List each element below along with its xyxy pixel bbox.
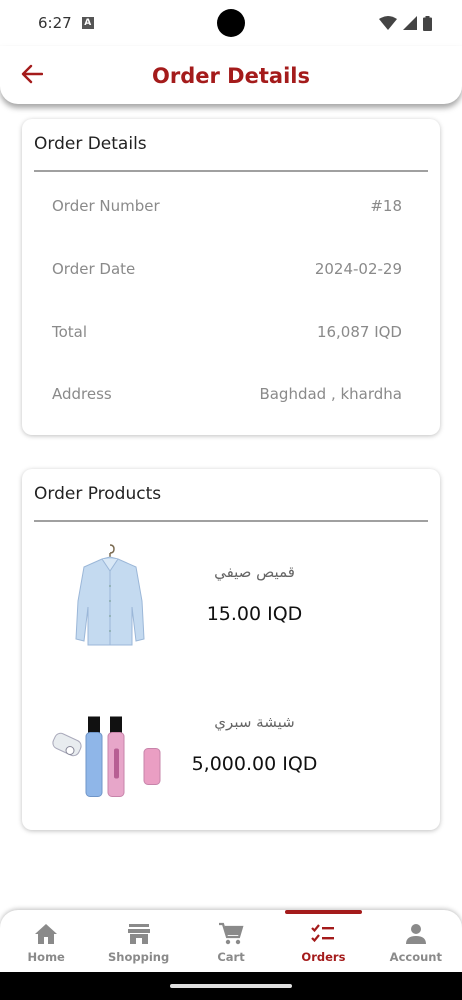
nav-label: Account xyxy=(389,950,442,964)
product-price: 5,000.00 IQD xyxy=(191,753,318,775)
status-time: 6:27 xyxy=(38,14,72,32)
wifi-icon xyxy=(379,16,397,30)
address-row: Address Baghdad , khardha xyxy=(52,385,402,403)
nav-label: Cart xyxy=(217,950,245,964)
order-products-card: Order Products قميص صيفي 15.00 IQD شيشة … xyxy=(22,469,440,830)
detail-value: 2024-02-29 xyxy=(314,260,402,278)
nav-item-orders[interactable]: Orders xyxy=(277,910,369,972)
status-left: 6:27 A xyxy=(38,14,94,32)
shirt-image xyxy=(75,544,145,646)
battery-icon xyxy=(423,15,432,31)
home-gesture-pill[interactable] xyxy=(170,984,292,988)
bottom-nav: Home Shopping Cart Orders Account xyxy=(0,910,462,972)
nav-item-home[interactable]: Home xyxy=(0,910,92,972)
home-icon xyxy=(35,924,58,944)
nav-item-cart[interactable]: Cart xyxy=(185,910,277,972)
app-bar: Order Details xyxy=(0,46,462,104)
person-icon xyxy=(405,924,426,944)
perfume-bottles-image xyxy=(52,716,161,797)
nav-label: Home xyxy=(27,950,65,964)
signal-icon xyxy=(403,16,417,30)
product-price: 15.00 IQD xyxy=(206,603,303,625)
product-item[interactable]: شيشة سبري 5,000.00 IQD xyxy=(22,701,440,821)
total-row: Total 16,087 IQD xyxy=(52,323,402,341)
status-icons xyxy=(379,15,432,31)
order-details-title: Order Details xyxy=(34,134,147,154)
system-gesture-bar xyxy=(0,972,462,1000)
divider xyxy=(34,170,428,172)
product-item[interactable]: قميص صيفي 15.00 IQD xyxy=(22,541,440,661)
detail-label: Address xyxy=(52,385,112,403)
detail-value: Baghdad , khardha xyxy=(259,385,402,403)
detail-value: #18 xyxy=(370,197,402,215)
order-details-card: Order Details Order Number #18 Order Dat… xyxy=(22,119,440,435)
detail-label: Order Date xyxy=(52,260,136,278)
checklist-icon xyxy=(311,924,335,943)
store-icon xyxy=(127,924,150,944)
front-camera xyxy=(217,9,245,37)
notification-a-icon: A xyxy=(81,17,94,29)
nav-item-shopping[interactable]: Shopping xyxy=(92,910,184,972)
product-name: شيشة سبري xyxy=(214,713,295,731)
nav-label: Orders xyxy=(301,950,346,964)
product-name: قميص صيفي xyxy=(214,563,295,581)
active-tab-indicator xyxy=(285,910,362,914)
detail-label: Order Number xyxy=(52,197,160,215)
divider xyxy=(34,520,428,522)
nav-item-account[interactable]: Account xyxy=(370,910,462,972)
nav-label: Shopping xyxy=(108,950,170,964)
order-products-title: Order Products xyxy=(34,484,162,504)
detail-label: Total xyxy=(52,323,88,341)
order-date-row: Order Date 2024-02-29 xyxy=(52,260,402,278)
order-number-row: Order Number #18 xyxy=(52,197,402,215)
detail-value: 16,087 IQD xyxy=(316,323,402,341)
cart-icon xyxy=(219,922,244,945)
page-title: Order Details xyxy=(152,64,310,88)
